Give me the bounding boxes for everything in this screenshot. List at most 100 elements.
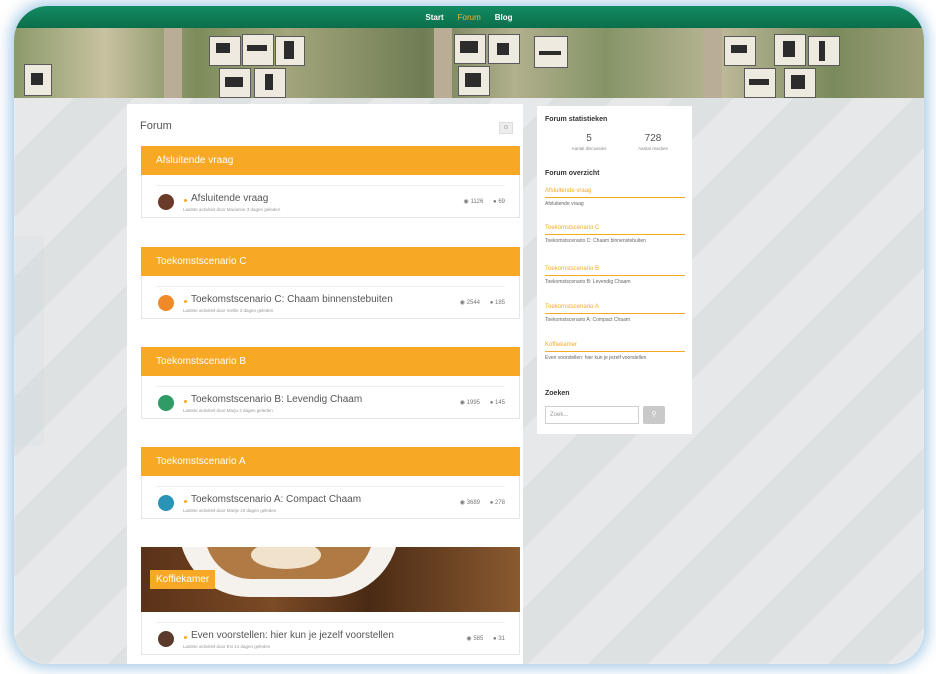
banner-tile bbox=[242, 34, 274, 66]
topic-title[interactable]: Even voorstellen: hier kun je jezelf voo… bbox=[191, 630, 394, 641]
new-dot-icon bbox=[184, 199, 187, 202]
view-count: 585 bbox=[473, 636, 484, 642]
overview-item-title[interactable]: Koffiekamer bbox=[545, 342, 685, 352]
overview-item-desc: Toekomstscenario A: Compact Chaam bbox=[545, 317, 631, 323]
eye-icon: ◉ bbox=[459, 500, 465, 506]
banner-tile bbox=[219, 68, 251, 98]
new-dot-icon bbox=[184, 400, 187, 403]
banner-pillar bbox=[164, 28, 182, 98]
banner-pillar bbox=[434, 28, 452, 98]
topic-title[interactable]: Afsluitende vraag bbox=[191, 193, 268, 204]
reaction-count: 728 bbox=[644, 133, 662, 144]
reply-count: 69 bbox=[498, 199, 505, 205]
comments-icon: ● bbox=[489, 500, 494, 506]
overview-item-title[interactable]: Toekomstscenario A bbox=[545, 304, 685, 314]
comments-icon: ● bbox=[493, 199, 497, 205]
nav-forum[interactable]: Forum bbox=[458, 13, 481, 22]
overview-item-title[interactable]: Toekomstscenario B bbox=[545, 266, 685, 276]
reply-count: 31 bbox=[498, 636, 505, 642]
overview-item-title[interactable]: Afsluitende vraag bbox=[545, 188, 685, 198]
topic-meta: Laatste activiteit door Marjo 3 dagen ge… bbox=[183, 408, 273, 413]
topic-title[interactable]: Toekomstscenario C: Chaam binnenstebuite… bbox=[191, 294, 393, 305]
view-count: 1995 bbox=[466, 400, 481, 406]
comments-icon: ● bbox=[489, 400, 494, 406]
search-input[interactable]: Zoek... bbox=[545, 406, 639, 424]
reaction-label: Aantal reacties bbox=[638, 146, 668, 151]
banner-tile bbox=[808, 36, 840, 66]
comments-icon: ● bbox=[493, 636, 497, 642]
overview-item-desc: Toekomstscenario C: Chaam binnenstebuite… bbox=[545, 238, 646, 244]
stats-heading: Forum statistieken bbox=[545, 116, 608, 123]
avatar bbox=[158, 631, 174, 647]
overview-item[interactable]: Toekomstscenario A Toekomstscenario A: C… bbox=[545, 304, 685, 324]
category-header[interactable]: Toekomstscenario B bbox=[141, 347, 520, 376]
search-icon: ⚲ bbox=[651, 411, 657, 418]
topic-row[interactable]: Afsluitende vraag Laatste activiteit doo… bbox=[141, 175, 520, 218]
category-toekomstscenario-b: Toekomstscenario B Toekomstscenario B: L… bbox=[141, 347, 520, 419]
banner-tile bbox=[488, 34, 520, 64]
category-header[interactable]: Afsluitende vraag bbox=[141, 146, 520, 175]
overview-item-desc: Afsluitende vraag bbox=[545, 201, 584, 207]
eye-icon: ◉ bbox=[463, 199, 469, 205]
top-navigation: Start Forum Blog bbox=[14, 6, 924, 28]
category-toekomstscenario-c: Toekomstscenario C Toekomstscenario C: C… bbox=[141, 247, 520, 319]
overview-item-desc: Toekomstscenario B: Levendig Chaam bbox=[545, 279, 631, 285]
overview-heading: Forum overzicht bbox=[545, 170, 600, 177]
overview-item[interactable]: Toekomstscenario C Toekomstscenario C: C… bbox=[545, 225, 685, 245]
topic-meta: Laatste activiteit door Marije 10 dagen … bbox=[183, 508, 277, 513]
eye-icon: ◉ bbox=[459, 300, 465, 306]
reply-count: 145 bbox=[494, 400, 505, 406]
overview-item[interactable]: Afsluitende vraag Afsluitende vraag bbox=[545, 188, 685, 208]
nav-blog[interactable]: Blog bbox=[495, 13, 513, 22]
category-header[interactable]: Toekomstscenario C bbox=[141, 247, 520, 276]
forum-panel: Forum ⊙ Afsluitende vraag Afsluitende vr… bbox=[127, 104, 523, 664]
topic-row[interactable]: Toekomstscenario C: Chaam binnenstebuite… bbox=[141, 276, 520, 319]
topic-title[interactable]: Toekomstscenario B: Levendig Chaam bbox=[191, 394, 362, 405]
topic-stats: ◉ 1995 ● 145 bbox=[460, 399, 505, 406]
topic-meta: Laatste activiteit door Marianne 3 dagen… bbox=[183, 207, 281, 212]
nav-start[interactable]: Start bbox=[425, 13, 443, 22]
view-count: 3689 bbox=[466, 500, 481, 506]
new-dot-icon bbox=[184, 300, 187, 303]
avatar bbox=[158, 495, 174, 511]
banner-tile bbox=[275, 36, 305, 66]
banner-tile bbox=[724, 36, 756, 66]
topic-title[interactable]: Toekomstscenario A: Compact Chaam bbox=[191, 494, 361, 505]
banner-tile bbox=[744, 68, 776, 98]
banner-tile bbox=[774, 34, 806, 66]
overview-item[interactable]: Koffiekamer Even voorstellen: hier kun j… bbox=[545, 342, 685, 362]
category-afsluitende-vraag: Afsluitende vraag Afsluitende vraag Laat… bbox=[141, 146, 520, 218]
discussion-count: 5 bbox=[586, 133, 592, 144]
search-button[interactable]: ⚲ bbox=[643, 406, 665, 424]
banner-tile bbox=[24, 64, 52, 96]
banner-tile bbox=[458, 66, 490, 96]
comments-icon: ● bbox=[489, 300, 494, 306]
banner-tile bbox=[784, 68, 816, 98]
banner-tile bbox=[209, 36, 241, 66]
topic-stats: ◉ 2544 ● 185 bbox=[460, 299, 505, 306]
topic-row[interactable]: Toekomstscenario B: Levendig Chaam Laats… bbox=[141, 376, 520, 419]
banner-tile bbox=[454, 34, 486, 64]
category-koffiekamer: Koffiekamer Even voorstellen: hier kun j… bbox=[141, 547, 520, 655]
overview-item-desc: Even voorstellen: hier kun je jezelf voo… bbox=[545, 355, 647, 361]
overview-item[interactable]: Toekomstscenario B Toekomstscenario B: L… bbox=[545, 266, 685, 286]
page-title: Forum bbox=[140, 120, 172, 132]
search-heading: Zoeken bbox=[545, 390, 570, 397]
banner-tile bbox=[534, 36, 568, 68]
overview-item-title[interactable]: Toekomstscenario C bbox=[545, 225, 685, 235]
category-header[interactable]: Toekomstscenario A bbox=[141, 447, 520, 476]
topic-row[interactable]: Even voorstellen: hier kun je jezelf voo… bbox=[141, 612, 520, 655]
new-dot-icon bbox=[184, 636, 187, 639]
banner-pillar bbox=[704, 28, 722, 98]
discussion-label: Aantal discussies bbox=[571, 146, 607, 151]
topic-meta: Laatste activiteit door Evi 14 dagen gel… bbox=[183, 644, 271, 649]
category-header[interactable]: Koffiekamer bbox=[150, 570, 216, 589]
eye-icon: ◉ bbox=[466, 636, 472, 642]
koffiekamer-image[interactable]: Koffiekamer bbox=[141, 547, 520, 612]
view-count: 2544 bbox=[466, 300, 481, 306]
topic-row[interactable]: Toekomstscenario A: Compact Chaam Laatst… bbox=[141, 476, 520, 519]
forum-header: Forum ⊙ bbox=[127, 120, 523, 138]
topic-stats: ◉ 3689 ● 278 bbox=[460, 499, 505, 506]
new-dot-icon bbox=[184, 500, 187, 503]
rss-icon[interactable]: ⊙ bbox=[499, 122, 513, 134]
